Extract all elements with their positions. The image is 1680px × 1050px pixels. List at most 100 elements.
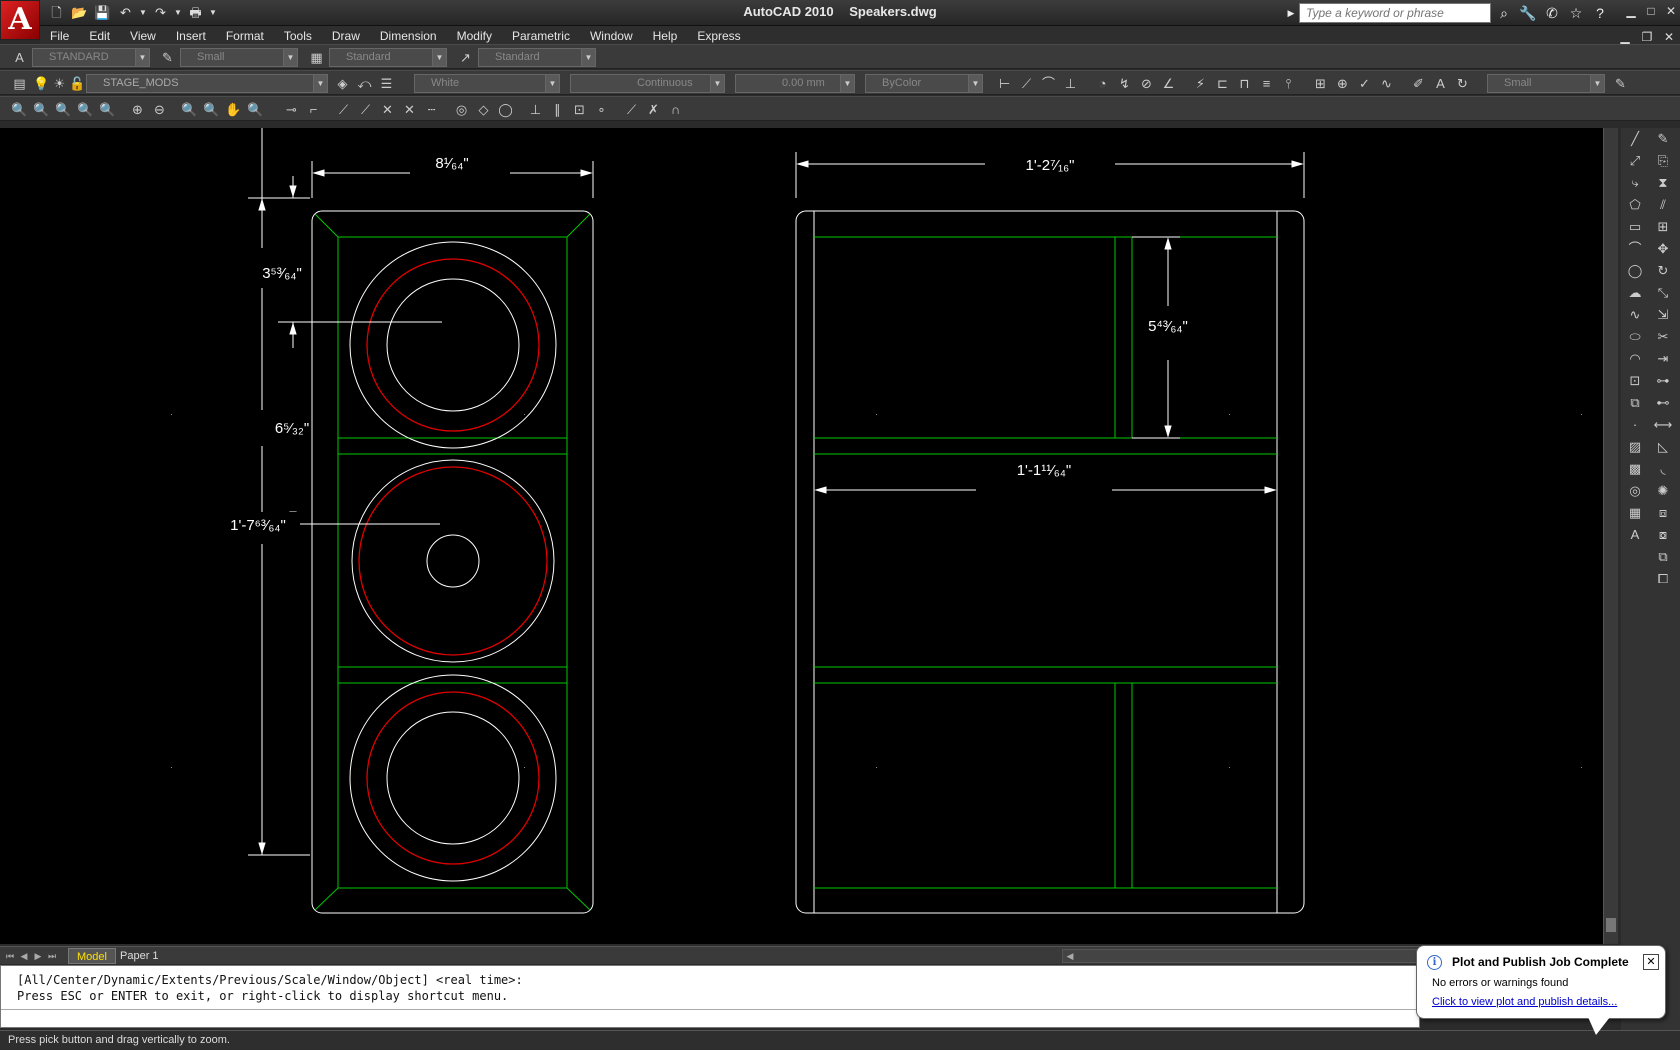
snap-insert-icon[interactable]: ⊡: [570, 100, 589, 119]
prev-layout-icon[interactable]: ◀: [18, 949, 30, 963]
insert-block-icon[interactable]: ⊡: [1623, 370, 1647, 392]
draworder-front-icon[interactable]: ⧈: [1651, 502, 1675, 524]
continue-icon[interactable]: ⊓: [1235, 74, 1254, 93]
dim-style-right-combo[interactable]: Small ▼: [1487, 74, 1605, 93]
inspection-icon[interactable]: ✓: [1355, 74, 1374, 93]
snap-perpendicular-icon[interactable]: ⊥: [526, 100, 545, 119]
make-block-icon[interactable]: ⧉: [1623, 392, 1647, 414]
zoom-center-icon[interactable]: 🔍: [76, 100, 95, 119]
zoom-all-icon[interactable]: 🔍: [180, 100, 199, 119]
plotstyle-combo[interactable]: ByColor ▼: [865, 74, 983, 93]
jogged-icon[interactable]: ↯: [1115, 74, 1134, 93]
ordinate-icon[interactable]: ⊥: [1061, 74, 1080, 93]
copy-icon[interactable]: ⎘: [1651, 150, 1675, 172]
extend-icon[interactable]: ⇥: [1651, 348, 1675, 370]
osnap-settings-icon[interactable]: ∩: [666, 100, 685, 119]
dim-style-icon[interactable]: ✎: [158, 48, 177, 67]
stretch-icon[interactable]: ⇲: [1651, 304, 1675, 326]
undo-icon[interactable]: ↶: [115, 2, 136, 23]
break-point-icon[interactable]: ⊶: [1651, 370, 1675, 392]
ellipse-icon[interactable]: ⬭: [1623, 326, 1647, 348]
linear-dim-icon[interactable]: ⊢: [995, 74, 1014, 93]
open-file-icon[interactable]: 📂: [69, 2, 90, 23]
snap-parallel-icon[interactable]: ∥: [548, 100, 567, 119]
revcloud-icon[interactable]: ☁: [1623, 282, 1647, 304]
join-icon[interactable]: ⟷: [1651, 414, 1675, 436]
zoom-out-icon[interactable]: ⊖: [150, 100, 169, 119]
menu-help[interactable]: Help: [643, 26, 688, 46]
layer-states-icon[interactable]: ☰: [377, 74, 396, 93]
polyline-icon[interactable]: ⤷: [1623, 172, 1647, 194]
search-input[interactable]: [1299, 3, 1491, 23]
angular-icon[interactable]: ∠: [1159, 74, 1178, 93]
plot-icon[interactable]: 🖶: [185, 2, 206, 23]
snap-node-icon[interactable]: ∘: [592, 100, 611, 119]
mleader-style-combo[interactable]: Standard ▼: [478, 48, 596, 67]
favorites-star-icon[interactable]: ☆: [1565, 3, 1587, 23]
last-layout-icon[interactable]: ⏭: [46, 949, 58, 963]
snap-endpoint-icon[interactable]: ⟋: [334, 100, 353, 119]
save-icon[interactable]: 💾: [92, 2, 113, 23]
region-icon[interactable]: ◎: [1623, 480, 1647, 502]
arc-icon[interactable]: ⌒: [1623, 238, 1647, 260]
menu-window[interactable]: Window: [580, 26, 643, 46]
communication-center-icon[interactable]: ✆: [1541, 3, 1563, 23]
quick-dim-icon[interactable]: ⚡: [1191, 74, 1210, 93]
trim-icon[interactable]: ✂: [1651, 326, 1675, 348]
gradient-icon[interactable]: ▩: [1623, 458, 1647, 480]
menu-parametric[interactable]: Parametric: [502, 26, 580, 46]
view-plot-details-link[interactable]: Click to view plot and publish details..…: [1432, 996, 1617, 1008]
polygon-icon[interactable]: ⬠: [1623, 194, 1647, 216]
table-icon[interactable]: ▦: [1623, 502, 1647, 524]
tolerance-icon[interactable]: ⊞: [1311, 74, 1330, 93]
zoom-extents-icon[interactable]: 🔍: [202, 100, 221, 119]
help-icon[interactable]: ?: [1589, 3, 1611, 23]
multiline-text-icon[interactable]: A: [1623, 524, 1647, 546]
array-icon[interactable]: ⊞: [1651, 216, 1675, 238]
layer-combo[interactable]: STAGE_MODS ▼: [86, 74, 328, 93]
application-menu-button[interactable]: A: [0, 0, 40, 40]
explode-icon[interactable]: ✺: [1651, 480, 1675, 502]
dim-update-icon[interactable]: ↻: [1453, 74, 1472, 93]
menu-edit[interactable]: Edit: [79, 26, 120, 46]
zoom-window-icon[interactable]: 🔍: [10, 100, 29, 119]
next-layout-icon[interactable]: ▶: [32, 949, 44, 963]
zoom-in-icon[interactable]: ⊕: [128, 100, 147, 119]
rectangle-icon[interactable]: ▭: [1623, 216, 1647, 238]
snap-none-icon[interactable]: ✗: [644, 100, 663, 119]
menu-dimension[interactable]: Dimension: [370, 26, 447, 46]
break-icon[interactable]: ⊷: [1651, 392, 1675, 414]
hatch-icon[interactable]: ▨: [1623, 436, 1647, 458]
text-style-icon[interactable]: A: [10, 48, 29, 67]
undo-dropdown-icon[interactable]: ▼: [138, 2, 148, 23]
baseline-icon[interactable]: ⊏: [1213, 74, 1232, 93]
fillet-icon[interactable]: ◟: [1651, 458, 1675, 480]
layer-properties-icon[interactable]: ▤: [10, 74, 29, 93]
redo-icon[interactable]: ↷: [150, 2, 171, 23]
spline-icon[interactable]: ∿: [1623, 304, 1647, 326]
menu-modify[interactable]: Modify: [447, 26, 502, 46]
close-icon[interactable]: ✕: [1662, 2, 1680, 20]
text-style-combo[interactable]: STANDARD ▼: [32, 48, 150, 67]
drawing-canvas[interactable]: 8¹⁄₆₄" 3⁵³⁄₆₄" 6⁵⁄₃₂" 1'-7⁶³⁄₆₄" 1'-2⁷⁄₁…: [0, 128, 1603, 944]
draworder-above-icon[interactable]: ⧉: [1651, 546, 1675, 568]
jogged-linear-icon[interactable]: ∿: [1377, 74, 1396, 93]
mirror-icon[interactable]: ⧗: [1651, 172, 1675, 194]
dim-style-manager-icon[interactable]: ✎: [1611, 74, 1630, 93]
menu-express[interactable]: Express: [687, 26, 750, 46]
menu-draw[interactable]: Draw: [322, 26, 370, 46]
rotate-icon[interactable]: ↻: [1651, 260, 1675, 282]
table-style-combo[interactable]: Standard ▼: [329, 48, 447, 67]
zoom-scale-icon[interactable]: 🔍: [54, 100, 73, 119]
menu-format[interactable]: Format: [216, 26, 274, 46]
zoom-dynamic-icon[interactable]: 🔍: [32, 100, 51, 119]
draworder-under-icon[interactable]: ⧠: [1651, 568, 1675, 590]
chamfer-icon[interactable]: ◺: [1651, 436, 1675, 458]
vertical-scrollbar[interactable]: [1603, 128, 1618, 944]
command-line-window[interactable]: [All/Center/Dynamic/Extents/Previous/Sca…: [0, 965, 1420, 1028]
command-input[interactable]: [1, 1009, 1419, 1027]
notification-close-icon[interactable]: ✕: [1643, 954, 1659, 970]
dim-style-combo[interactable]: Small ▼: [180, 48, 298, 67]
center-mark-icon[interactable]: ⊕: [1333, 74, 1352, 93]
make-current-layer-icon[interactable]: ◈: [333, 74, 352, 93]
